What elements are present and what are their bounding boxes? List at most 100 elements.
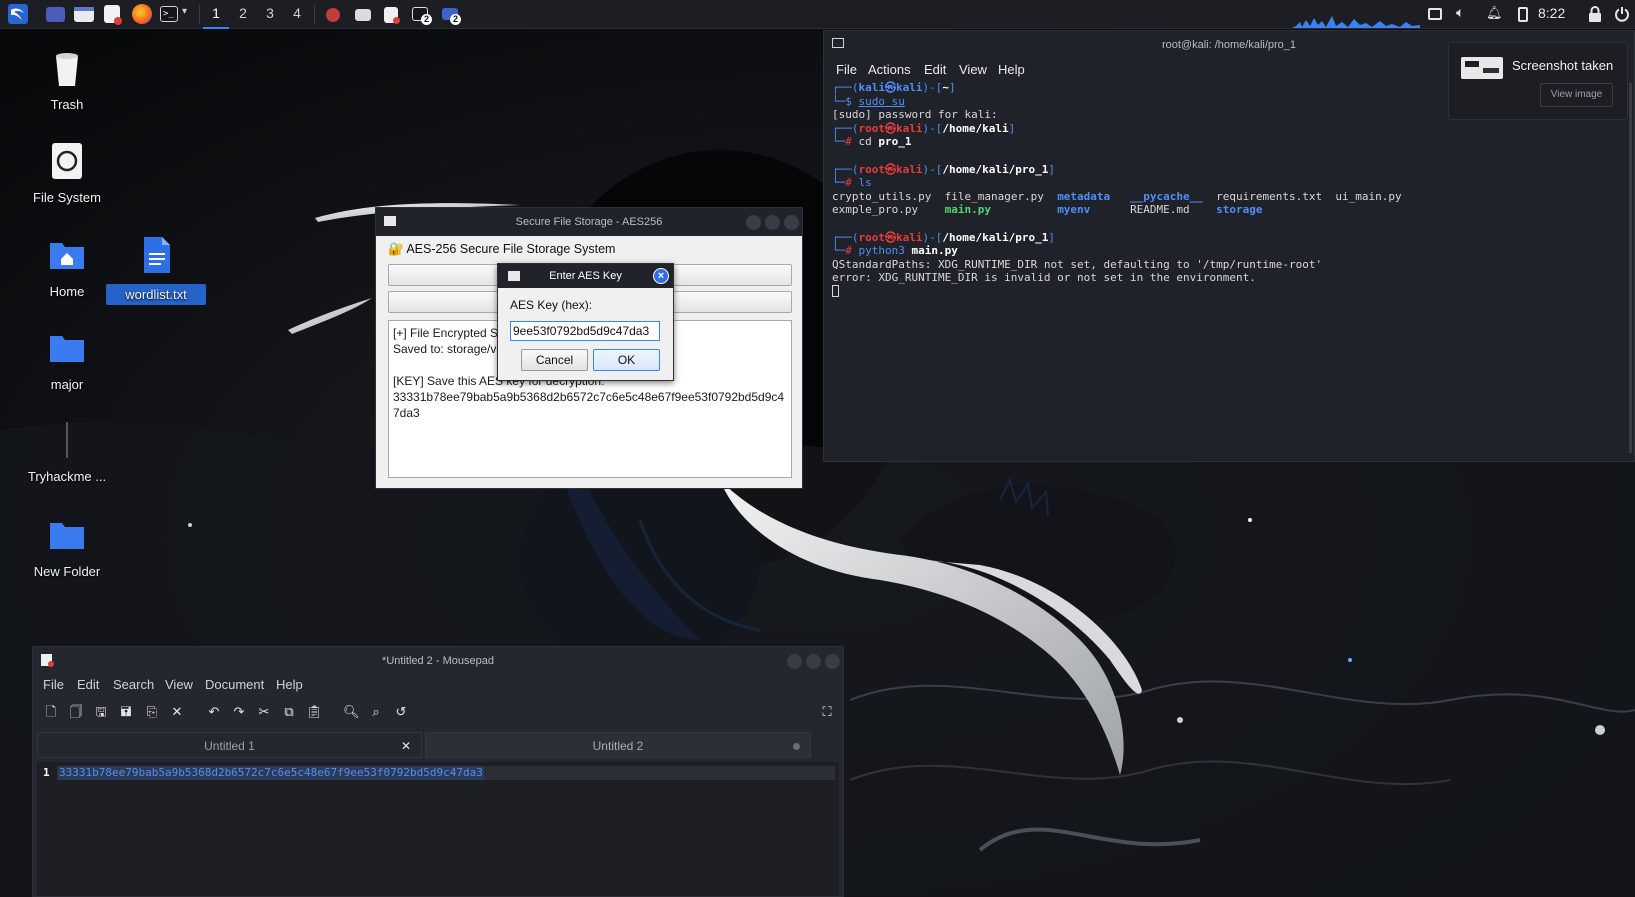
- desktop-icon-tryhackme[interactable]: Tryhackme ...: [17, 420, 117, 484]
- aes-window-title: Secure File Storage - AES256: [376, 208, 802, 236]
- desktop-icon-label: Tryhackme ...: [27, 469, 107, 484]
- workspace-2[interactable]: 2: [230, 0, 256, 29]
- firefox-icon[interactable]: [132, 4, 152, 24]
- file-manager-icon[interactable]: [74, 7, 94, 22]
- menu-file[interactable]: File: [836, 62, 857, 77]
- desktop-icon-new-folder[interactable]: New Folder: [17, 515, 117, 579]
- clock[interactable]: 8:22: [1538, 0, 1565, 27]
- taskbar-app-icon[interactable]: [326, 8, 340, 22]
- new-document-icon[interactable]: 🗋︎: [43, 704, 59, 720]
- tab-untitled-1[interactable]: Untitled 1 ✕: [37, 732, 422, 758]
- prompt-dir: /home/kali/pro_1: [942, 230, 1049, 244]
- cut-icon[interactable]: ✂: [256, 704, 272, 720]
- minimize-button[interactable]: [746, 215, 761, 230]
- desktop-icon-home[interactable]: Home: [17, 235, 117, 299]
- menu-file[interactable]: File: [43, 677, 64, 692]
- battery-icon[interactable]: [1518, 7, 1528, 22]
- tab-close-icon[interactable]: ✕: [401, 733, 411, 759]
- undo-icon[interactable]: ↶: [206, 704, 222, 720]
- desktop-icon-label: New Folder: [33, 564, 101, 579]
- log-line: Saved to: storage/v: [393, 342, 497, 356]
- chevron-down-icon[interactable]: ▾: [182, 6, 187, 17]
- lock-icon[interactable]: [1588, 6, 1602, 25]
- menu-edit[interactable]: Edit: [77, 677, 99, 692]
- workspace-1[interactable]: 1: [203, 0, 229, 29]
- unsaved-dot-icon: [793, 743, 800, 750]
- editor-area[interactable]: 1 33331b78ee79bab5a9b5368d2b6572c7c6e5c4…: [37, 762, 839, 896]
- terminal-output[interactable]: ┌──(kali㉿kali)-[~] └─$ sudo su [sudo] pa…: [832, 81, 1628, 457]
- taskbar-window-icon[interactable]: [355, 9, 371, 21]
- editor-text[interactable]: 33331b78ee79bab5a9b5368d2b6572c7c6e5c48e…: [58, 766, 484, 780]
- desktop-icon-major[interactable]: major: [17, 328, 117, 392]
- command-arg: pro_1: [878, 135, 912, 149]
- prompt-user: root㉿kali: [858, 162, 923, 176]
- dialog-title: Enter AES Key: [498, 264, 673, 288]
- text-editor-icon[interactable]: [104, 5, 122, 25]
- menu-edit[interactable]: Edit: [924, 62, 946, 77]
- screen-icon[interactable]: [1428, 8, 1442, 20]
- ls-entry: storage: [1216, 203, 1263, 217]
- ls-entry: exmple_pro.py: [832, 203, 919, 217]
- folder-icon: [50, 336, 84, 362]
- close-button[interactable]: [784, 215, 799, 230]
- ls-entry: ui_main.py: [1335, 189, 1402, 203]
- command-text: sudo su: [858, 94, 905, 108]
- show-desktop-icon[interactable]: [46, 7, 65, 22]
- mousepad-title: *Untitled 2 - Mousepad: [382, 655, 494, 667]
- mousepad-window[interactable]: *Untitled 2 - Mousepad File Edit Search …: [32, 646, 844, 897]
- volume-icon[interactable]: 🔈︎: [1456, 4, 1464, 21]
- close-document-icon[interactable]: ✕: [169, 704, 185, 720]
- ls-entry: README.md: [1130, 203, 1190, 217]
- terminal-icon[interactable]: >_: [160, 6, 178, 22]
- taskbar-editor-icon[interactable]: [384, 7, 400, 24]
- dialog-window-icon: [508, 271, 520, 281]
- save-as-icon[interactable]: 🖬︎: [118, 704, 134, 720]
- redo-icon[interactable]: ↷: [231, 704, 247, 720]
- menu-actions[interactable]: Actions: [868, 62, 911, 77]
- prompt-dir: /home/kali: [942, 121, 1009, 135]
- copy-icon[interactable]: ⧉: [281, 704, 297, 720]
- paste-icon[interactable]: 📋︎: [306, 704, 323, 720]
- menu-view[interactable]: View: [959, 62, 987, 77]
- screenshot-notification[interactable]: Screenshot taken View image: [1448, 42, 1628, 120]
- ok-button[interactable]: OK: [593, 349, 660, 371]
- kali-menu-icon[interactable]: [8, 4, 28, 24]
- revert-icon[interactable]: ⎘: [144, 704, 160, 720]
- new-window-icon[interactable]: 🗍︎: [68, 704, 84, 720]
- text-file-icon: [144, 237, 170, 273]
- tab-untitled-2[interactable]: Untitled 2: [425, 732, 811, 758]
- minimize-button[interactable]: [787, 654, 802, 669]
- go-to-line-icon[interactable]: ↺: [393, 704, 409, 720]
- fullscreen-icon[interactable]: ⛶: [819, 704, 835, 720]
- desktop-icon-wordlist[interactable]: wordlist.txt: [106, 235, 206, 305]
- terminal-scrollbar[interactable]: [1629, 83, 1632, 453]
- save-icon[interactable]: 🖫︎: [93, 704, 109, 720]
- prompt-dir: /home/kali/pro_1: [942, 162, 1049, 176]
- menu-search[interactable]: Search: [113, 677, 154, 692]
- menu-view[interactable]: View: [165, 677, 193, 692]
- workspace-4[interactable]: 4: [284, 0, 310, 29]
- cancel-button[interactable]: Cancel: [521, 349, 588, 371]
- close-icon[interactable]: ×: [653, 268, 669, 284]
- menu-help[interactable]: Help: [276, 677, 303, 692]
- menu-document[interactable]: Document: [205, 677, 264, 692]
- aes-key-input[interactable]: [510, 321, 660, 341]
- search-replace-icon[interactable]: ⌕: [368, 704, 384, 720]
- search-icon[interactable]: 🔍︎: [343, 704, 360, 720]
- desktop-icon-trash[interactable]: Trash: [17, 48, 117, 112]
- output-line: QStandardPaths: XDG_RUNTIME_DIR not set,…: [832, 257, 1323, 271]
- desktop-icon-file-system[interactable]: File System: [17, 141, 117, 205]
- maximize-button[interactable]: [806, 654, 821, 669]
- ls-entry: metadata: [1057, 189, 1111, 203]
- desktop-icon-label: wordlist.txt: [106, 284, 206, 305]
- power-icon[interactable]: [1614, 6, 1630, 25]
- command-arg: main.py: [911, 244, 958, 258]
- enter-aes-key-dialog[interactable]: Enter AES Key × AES Key (hex): Cancel OK: [497, 263, 674, 381]
- notification-bell-icon[interactable]: 🔔︎: [1486, 5, 1503, 21]
- menu-help[interactable]: Help: [998, 62, 1025, 77]
- view-image-button[interactable]: View image: [1540, 83, 1613, 107]
- workspace-3[interactable]: 3: [257, 0, 283, 29]
- ls-entry: crypto_utils.py: [832, 189, 932, 203]
- maximize-button[interactable]: [765, 215, 780, 230]
- close-button[interactable]: [825, 654, 840, 669]
